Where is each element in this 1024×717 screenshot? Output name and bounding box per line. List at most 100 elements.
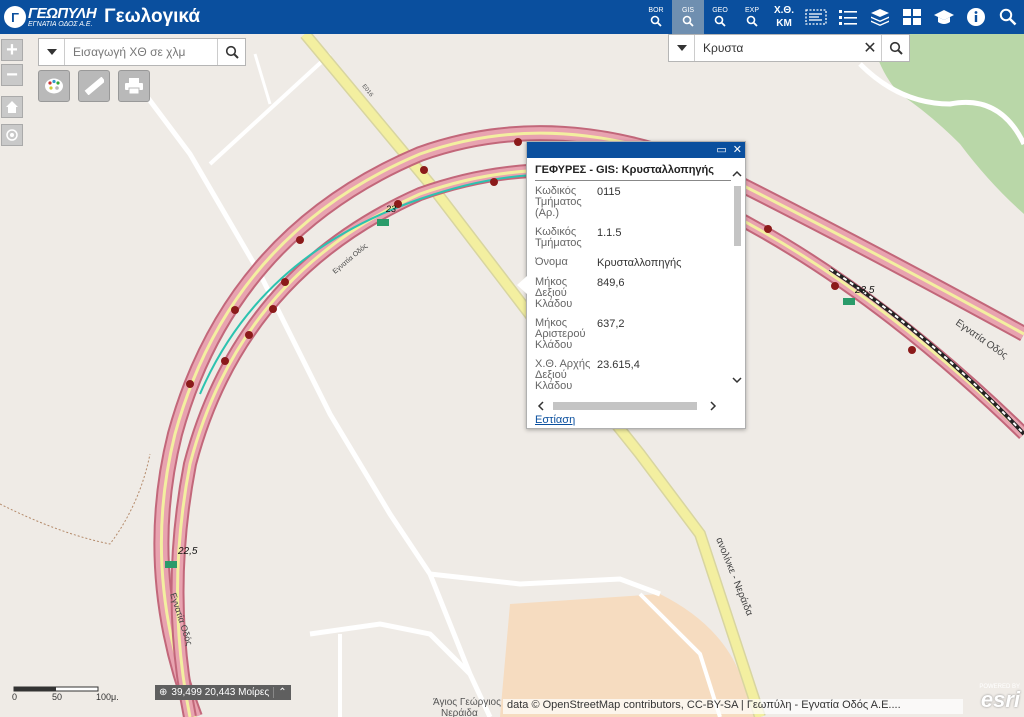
attribute-row: Μήκος Αριστερού Κλάδου 637,2 xyxy=(535,317,625,351)
scale-bar: 0 50 100μ. xyxy=(12,686,132,709)
search-icon xyxy=(889,41,903,55)
popup-horizontal-scrollbar[interactable] xyxy=(535,399,733,413)
attribution-text: data © OpenStreetMap contributors, CC-BY… xyxy=(507,699,901,711)
print-icon xyxy=(125,78,143,95)
popup-attributes[interactable]: Κωδικός Τμήματος (Αρ.) 0115 Κωδικός Τμήμ… xyxy=(535,186,731,398)
chevron-up-icon xyxy=(732,170,742,177)
chevron-down-icon xyxy=(676,45,687,51)
scrollbar-thumb xyxy=(553,402,697,410)
feature-search-button[interactable] xyxy=(881,35,909,61)
palette-icon xyxy=(45,78,63,94)
feature-search-input[interactable] xyxy=(695,35,859,61)
attribute-row: Όνομα Κρυσταλλοπηγής xyxy=(535,256,682,270)
list-icon xyxy=(839,10,857,25)
logo-title: ΓΕΩΠΥΛΗ xyxy=(28,5,97,22)
geo-search-button[interactable]: GEO xyxy=(704,0,736,34)
basemap: 23,5 22,5 23 Εγνατία Οδός Εγνατία Οδός Ε… xyxy=(0,34,1024,717)
attribute-row: Κωδικός Τμήματος 1.1.5 xyxy=(535,226,622,249)
road-shield-icon xyxy=(377,219,389,226)
legend-list-button[interactable] xyxy=(832,0,864,34)
bor-search-button[interactable]: BOR xyxy=(640,0,672,34)
scale-tick: 0 xyxy=(12,692,17,702)
map-canvas[interactable]: 23,5 22,5 23 Εγνατία Οδός Εγνατία Οδός Ε… xyxy=(0,34,1024,717)
logo-mark-icon: Γ xyxy=(4,6,26,28)
logo-subtitle: ΕΓΝΑΤΙΑ ΟΔΟΣ Α.Ε. xyxy=(28,21,93,28)
ruler-icon xyxy=(84,77,104,95)
main-toolbar: BOR GIS GEO EXP Χ.Θ. ΚΜ xyxy=(640,0,1024,34)
gis-search-button[interactable]: GIS xyxy=(672,0,704,34)
search-icon xyxy=(650,15,662,27)
km-label: 23 xyxy=(385,204,396,214)
grid-icon xyxy=(903,9,921,25)
attribute-table-button[interactable] xyxy=(800,0,832,34)
search-source-dropdown[interactable] xyxy=(669,35,695,61)
search-icon xyxy=(999,8,1017,26)
road-shield-icon xyxy=(843,298,855,305)
help-tutorial-button[interactable] xyxy=(928,0,960,34)
chevron-down-icon xyxy=(46,49,57,55)
chevron-right-icon xyxy=(710,401,717,411)
coordinates-text: 39,499 20,443 Μοίρες xyxy=(171,687,270,698)
chevron-left-icon xyxy=(537,401,544,411)
locate-button[interactable] xyxy=(1,124,23,146)
search-icon xyxy=(682,15,694,27)
chainage-search-button[interactable] xyxy=(217,39,245,65)
chainage-search-input[interactable] xyxy=(65,39,217,65)
locate-icon xyxy=(6,129,18,141)
road-shield-icon xyxy=(165,561,177,568)
home-icon xyxy=(6,101,18,113)
chevron-down-icon xyxy=(732,377,742,384)
info-icon xyxy=(967,8,985,26)
chevron-up-icon[interactable]: ⌃ xyxy=(273,687,290,698)
clear-search-button[interactable]: ✕ xyxy=(859,35,881,61)
attribute-row: Χ.Θ. Αρχής Δεξιού Κλάδου 23.615,4 xyxy=(535,358,640,392)
zoom-in-button[interactable]: + xyxy=(1,39,23,61)
popup-pointer xyxy=(517,276,527,294)
attribute-row: Μήκος Δεξιού Κλάδου 849,6 xyxy=(535,276,625,310)
app-header: Γ ΓΕΩΠΥΛΗ ΕΓΝΑΤΙΑ ΟΔΟΣ Α.Ε. Γεωλογικά BO… xyxy=(0,0,1024,34)
close-icon: ✕ xyxy=(863,40,877,57)
place-label: Άγιος Γεώργιος xyxy=(433,696,501,708)
popup-header: ▭ ✕ xyxy=(527,142,745,158)
scale-tick: 100μ. xyxy=(96,692,119,702)
chainage-button[interactable]: Χ.Θ. ΚΜ xyxy=(768,0,800,34)
basemap-gallery-button[interactable] xyxy=(896,0,928,34)
map-attribution: data © OpenStreetMap contributors, CC-BY… xyxy=(503,699,963,714)
place-label: Νεράιδα xyxy=(441,707,478,717)
home-button[interactable] xyxy=(1,96,23,118)
app-logo[interactable]: Γ ΓΕΩΠΥΛΗ ΕΓΝΑΤΙΑ ΟΔΟΣ Α.Ε. xyxy=(0,0,97,34)
popup-title: ΓΕΦΥΡΕΣ - GIS: Κρυσταλλοπηγής xyxy=(535,164,731,181)
feature-popup: ▭ ✕ ΓΕΦΥΡΕΣ - GIS: Κρυσταλλοπηγής Κωδικό… xyxy=(526,141,746,429)
draw-tool-button[interactable] xyxy=(38,70,70,102)
app-title: Γεωλογικά xyxy=(104,6,201,27)
zoom-out-button[interactable]: − xyxy=(1,64,23,86)
layers-icon xyxy=(871,9,889,26)
crosshair-icon[interactable]: ⊕ xyxy=(155,687,171,698)
attribute-row: Κωδικός Τμήματος (Αρ.) 0115 xyxy=(535,186,621,219)
info-button[interactable] xyxy=(960,0,992,34)
scale-tick: 50 xyxy=(52,692,62,702)
km-label: 23,5 xyxy=(854,285,875,296)
zoom-to-link[interactable]: Εστίαση xyxy=(535,414,575,426)
search-icon xyxy=(746,15,758,27)
close-icon[interactable]: ✕ xyxy=(733,144,742,156)
coordinates-display: ⊕ 39,499 20,443 Μοίρες ⌃ xyxy=(155,685,291,700)
exp-search-button[interactable]: EXP xyxy=(736,0,768,34)
search-source-dropdown[interactable] xyxy=(39,39,65,65)
maximize-icon[interactable]: ▭ xyxy=(716,144,726,156)
list-edit-icon xyxy=(805,9,827,25)
boundary-line xyxy=(0,453,151,545)
graduation-cap-icon xyxy=(934,10,954,24)
search-icon xyxy=(714,15,726,27)
feature-search: ✕ xyxy=(668,34,910,62)
popup-vertical-scrollbar[interactable] xyxy=(731,168,743,398)
search-icon xyxy=(225,45,239,59)
chainage-search xyxy=(38,38,246,66)
global-search-button[interactable] xyxy=(992,0,1024,34)
scrollbar-thumb xyxy=(734,186,741,246)
layers-button[interactable] xyxy=(864,0,896,34)
esri-logo[interactable]: POWERED BY esri xyxy=(968,684,1020,714)
km-label: 22,5 xyxy=(177,546,198,557)
measure-tool-button[interactable] xyxy=(78,70,110,102)
print-tool-button[interactable] xyxy=(118,70,150,102)
